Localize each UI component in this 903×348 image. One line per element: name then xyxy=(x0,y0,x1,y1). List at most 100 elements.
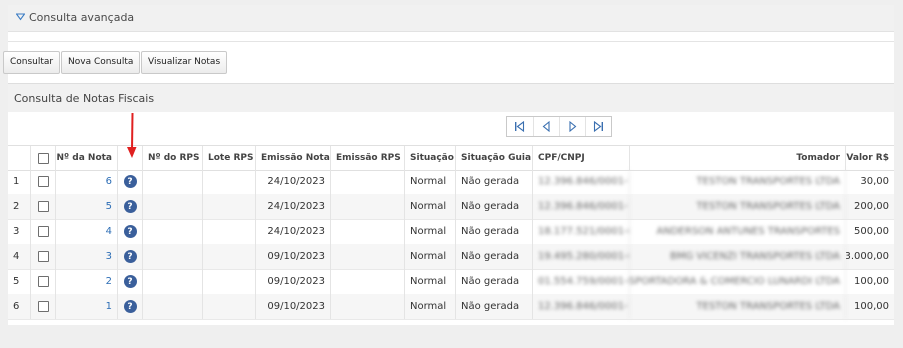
first-page-icon xyxy=(515,121,525,132)
table-row[interactable]: 5 2 ? 09/10/2023 Normal Não gerada 01.55… xyxy=(8,269,894,295)
tomador-cell: TRANSPORTADORA & COMERCIO LUNARDI LTDA xyxy=(630,269,846,294)
row-checkbox[interactable] xyxy=(37,226,49,237)
emissao-rps-cell xyxy=(331,194,405,219)
lote-cell xyxy=(203,269,256,294)
advanced-search-title: Consulta avançada xyxy=(29,11,135,24)
emissao-rps-cell xyxy=(331,269,405,294)
emissao-rps-cell xyxy=(331,219,405,244)
valor-cell: 100,00 xyxy=(854,276,889,287)
col-nota[interactable]: Nº da Nota xyxy=(56,146,118,170)
checkbox-cell xyxy=(31,194,56,219)
help-icon[interactable]: ? xyxy=(123,175,137,188)
checkbox-cell xyxy=(31,269,56,294)
col-valor[interactable]: Valor R$ xyxy=(846,146,894,170)
situacao-cell: Normal xyxy=(405,219,456,244)
row-checkbox[interactable] xyxy=(37,176,49,187)
table-row[interactable]: 1 6 ? 24/10/2023 Normal Não gerada 12.39… xyxy=(8,169,894,195)
lote-cell xyxy=(203,219,256,244)
section-header: Consulta de Notas Fiscais xyxy=(8,83,894,112)
nota-link[interactable]: 6 xyxy=(106,176,112,187)
col-rps[interactable]: Nº do RPS xyxy=(143,146,203,170)
tomador-cell: BMG VICENZI TRANSPORTES LTDA xyxy=(630,244,846,269)
next-page-button[interactable] xyxy=(559,117,586,136)
help-icon[interactable]: ? xyxy=(123,275,137,288)
tomador-cell: TESTON TRANSPORTES LTDA xyxy=(630,294,846,319)
next-page-icon xyxy=(569,121,577,132)
row-index: 1 xyxy=(8,169,31,194)
help-icon[interactable]: ? xyxy=(123,200,137,213)
situacao-cell: Normal xyxy=(405,294,456,319)
nota-link[interactable]: 5 xyxy=(106,201,112,212)
tomador-cell: ANDERSON ANTUNES TRANSPORTES xyxy=(630,219,846,244)
tomador-cell: TESTON TRANSPORTES LTDA xyxy=(630,169,846,194)
consultar-button[interactable]: Consultar xyxy=(3,51,61,74)
situacao-guia-cell: Não gerada xyxy=(456,269,533,294)
situacao-guia-cell: Não gerada xyxy=(456,219,533,244)
emissao-cell: 09/10/2023 xyxy=(256,244,331,269)
lote-cell xyxy=(203,244,256,269)
red-annotation-arrow-icon xyxy=(127,112,137,158)
lote-cell xyxy=(203,194,256,219)
valor-cell: 200,00 xyxy=(854,201,889,212)
emissao-rps-cell xyxy=(331,244,405,269)
expand-triangle-icon xyxy=(16,13,25,21)
col-cpf-cnpj[interactable]: CPF/CNPJ xyxy=(533,146,630,170)
col-tomador[interactable]: Tomador xyxy=(630,146,846,170)
checkbox-cell xyxy=(31,169,56,194)
nota-link[interactable]: 3 xyxy=(106,251,112,262)
prev-page-button[interactable] xyxy=(533,117,560,136)
situacao-cell: Normal xyxy=(405,244,456,269)
visualizar-notas-button[interactable]: Visualizar Notas xyxy=(141,51,228,74)
table-row[interactable]: 4 3 ? 09/10/2023 Normal Não gerada 19.49… xyxy=(8,244,894,270)
advanced-search-toggle[interactable]: Consulta avançada xyxy=(8,5,894,32)
row-index: 5 xyxy=(8,269,31,294)
valor-cell: 100,00 xyxy=(854,301,889,312)
cpf-cnpj-cell: 12.396.846/0001-15 xyxy=(533,169,630,194)
emissao-rps-cell xyxy=(331,169,405,194)
row-checkbox[interactable] xyxy=(37,201,49,212)
table-row[interactable]: 6 1 ? 09/10/2023 Normal Não gerada 12.39… xyxy=(8,294,894,320)
cpf-cnpj-cell: 19.495.280/0001-84 xyxy=(533,244,630,269)
col-emissao-rps[interactable]: Emissão RPS xyxy=(331,146,405,170)
col-situacao-guia[interactable]: Situação Guia xyxy=(456,146,533,170)
row-checkbox[interactable] xyxy=(37,251,49,262)
nova-consulta-button[interactable]: Nova Consulta xyxy=(61,51,141,74)
table-row[interactable]: 2 5 ? 24/10/2023 Normal Não gerada 12.39… xyxy=(8,194,894,220)
nota-link[interactable]: 2 xyxy=(106,276,112,287)
row-checkbox[interactable] xyxy=(37,301,49,312)
row-checkbox[interactable] xyxy=(37,276,49,287)
select-all-checkbox[interactable] xyxy=(37,152,49,164)
pagination xyxy=(506,116,612,137)
row-index: 2 xyxy=(8,194,31,219)
emissao-cell: 24/10/2023 xyxy=(256,169,331,194)
col-lote[interactable]: Lote RPS xyxy=(203,146,256,170)
rps-cell xyxy=(143,269,203,294)
select-all-cell xyxy=(31,146,56,170)
situacao-guia-cell: Não gerada xyxy=(456,169,533,194)
situacao-guia-cell: Não gerada xyxy=(456,244,533,269)
rps-cell xyxy=(143,294,203,319)
checkbox-cell xyxy=(31,294,56,319)
row-index: 6 xyxy=(8,294,31,319)
nota-link[interactable]: 4 xyxy=(106,226,112,237)
col-situacao[interactable]: Situação xyxy=(405,146,456,170)
table-row[interactable]: 3 4 ? 24/10/2023 Normal Não gerada 18.17… xyxy=(8,219,894,245)
lote-cell xyxy=(203,169,256,194)
rps-cell xyxy=(143,244,203,269)
col-emissao[interactable]: Emissão Nota xyxy=(256,146,331,170)
help-icon[interactable]: ? xyxy=(123,300,137,313)
help-icon[interactable]: ? xyxy=(123,225,137,238)
situacao-guia-cell: Não gerada xyxy=(456,294,533,319)
toolbar: Consultar Nova Consulta Visualizar Notas xyxy=(3,41,894,84)
valor-cell: 3.000,00 xyxy=(846,251,889,262)
table-header: Nº da Nota Nº do RPS Lote RPS Emissão No… xyxy=(8,145,894,171)
last-page-button[interactable] xyxy=(585,117,612,136)
nota-link[interactable]: 1 xyxy=(106,301,112,312)
situacao-cell: Normal xyxy=(405,194,456,219)
first-page-button[interactable] xyxy=(507,117,533,136)
help-icon[interactable]: ? xyxy=(123,250,137,263)
row-index: 3 xyxy=(8,219,31,244)
checkbox-cell xyxy=(31,244,56,269)
lote-cell xyxy=(203,294,256,319)
emissao-rps-cell xyxy=(331,294,405,319)
